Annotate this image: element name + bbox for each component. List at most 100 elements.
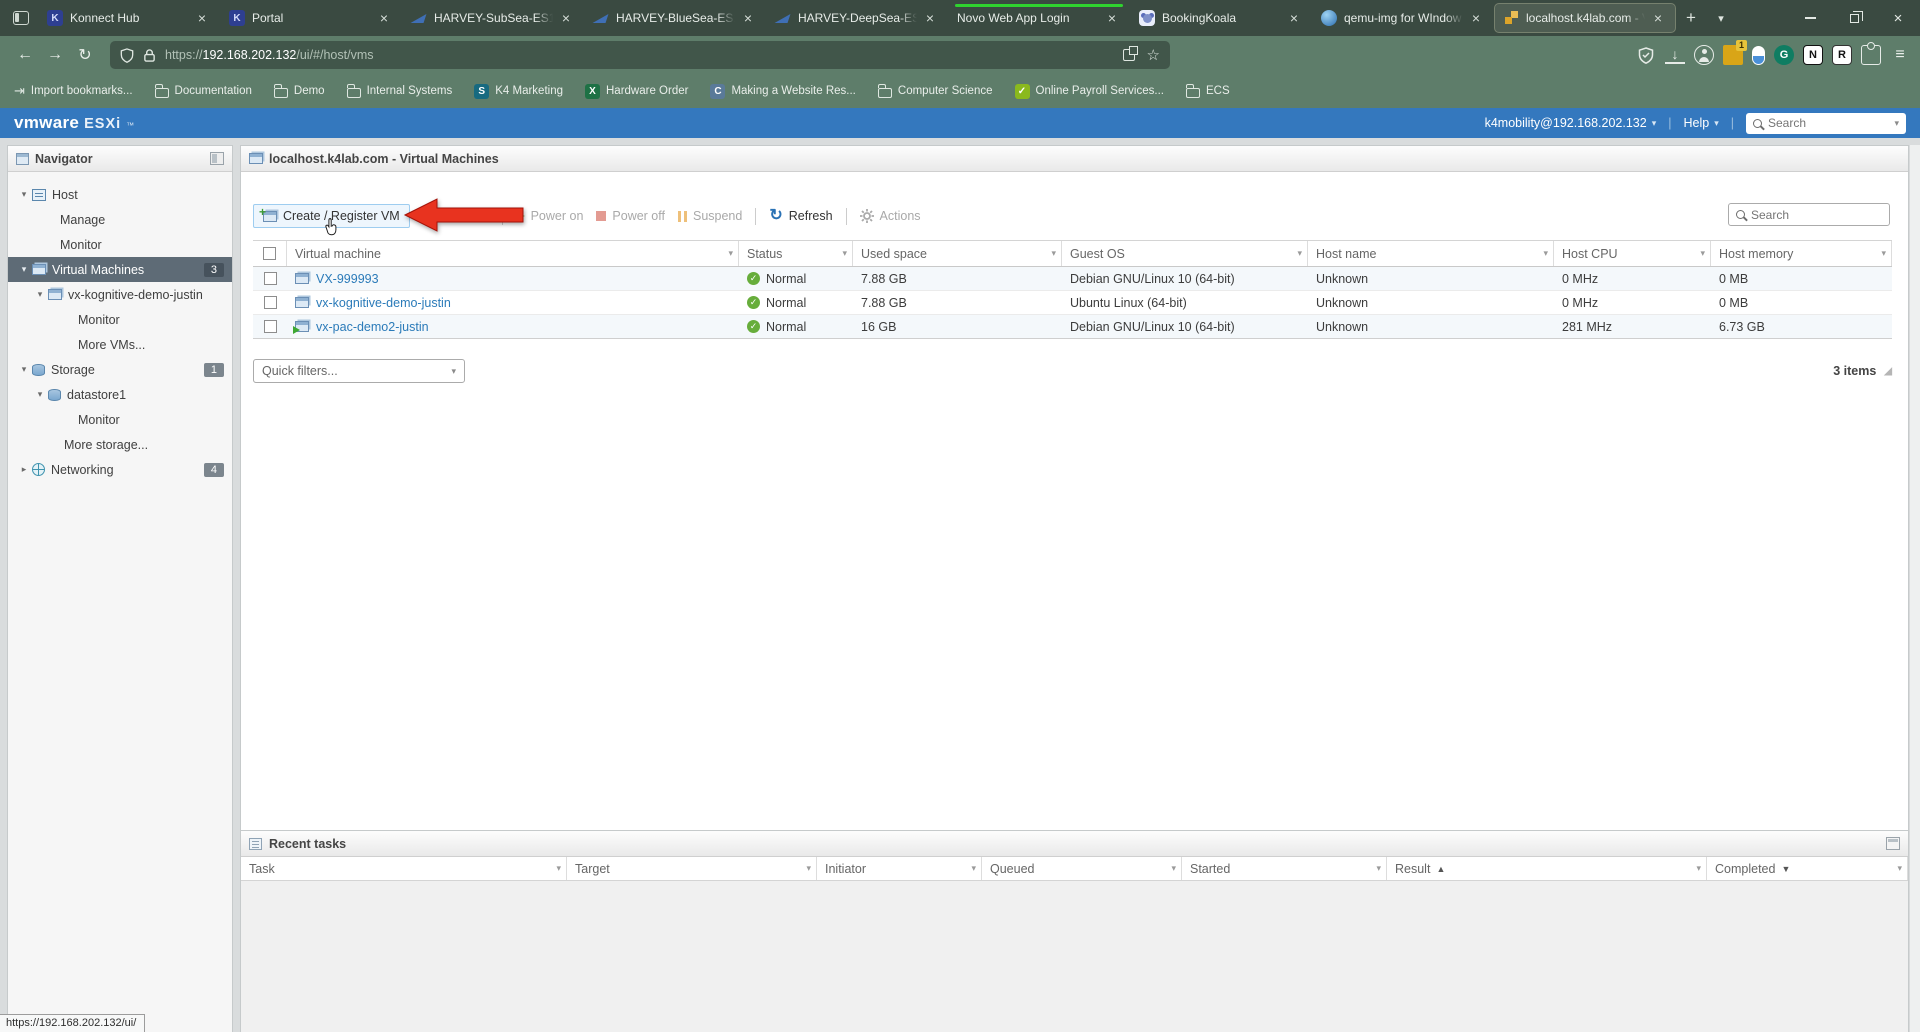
- vm-name-link[interactable]: VX-999993: [316, 272, 379, 286]
- sidebar-item-datastore1[interactable]: ▾ datastore1: [8, 382, 232, 407]
- resize-grip-icon[interactable]: ◢: [1884, 366, 1892, 377]
- tab-portal[interactable]: K Portal ×: [221, 4, 401, 32]
- close-tab-icon[interactable]: ×: [739, 9, 757, 27]
- new-tab-button[interactable]: +: [1676, 0, 1706, 36]
- tab-novo-login[interactable]: Novo Web App Login ×: [949, 4, 1129, 32]
- tab-harvey-deepsea[interactable]: HARVEY-DeepSea-ES12 ×: [767, 4, 947, 32]
- vm-list-search-input[interactable]: [1751, 208, 1882, 222]
- sidebar-item-host[interactable]: ▾ Host: [8, 182, 232, 207]
- vm-name-link[interactable]: vx-pac-demo2-justin: [316, 320, 429, 334]
- power-off-button[interactable]: Power off: [596, 209, 665, 223]
- column-menu-icon[interactable]: ▾: [1297, 248, 1302, 259]
- close-tab-icon[interactable]: ×: [193, 9, 211, 27]
- column-header-host-memory[interactable]: Host memory▾: [1711, 241, 1892, 266]
- bookmark-internal-systems[interactable]: Internal Systems: [347, 85, 453, 98]
- column-header-guest-os[interactable]: Guest OS▾: [1062, 241, 1308, 266]
- column-menu-icon[interactable]: ▾: [1376, 863, 1381, 874]
- extensions-puzzle-icon[interactable]: [1861, 45, 1881, 65]
- suspend-button[interactable]: Suspend: [678, 209, 742, 223]
- forward-button[interactable]: →: [40, 41, 70, 69]
- column-header-initiator[interactable]: Initiator▾: [817, 857, 982, 880]
- power-on-button[interactable]: Power on: [516, 209, 584, 223]
- sidebar-item-host-monitor[interactable]: Monitor: [8, 232, 232, 257]
- column-header-host-name[interactable]: Host name▾: [1308, 241, 1554, 266]
- header-search-input[interactable]: [1768, 116, 1888, 130]
- bookmark-documentation[interactable]: Documentation: [155, 85, 252, 98]
- sidebar-item-more-vms[interactable]: More VMs...: [8, 332, 232, 357]
- password-extension-icon[interactable]: [1752, 46, 1765, 65]
- tree-expand-icon[interactable]: ▸: [16, 464, 32, 475]
- column-menu-icon[interactable]: ▾: [971, 863, 976, 874]
- collapse-panel-icon[interactable]: [210, 152, 224, 165]
- maximize-button[interactable]: [1832, 0, 1876, 36]
- column-menu-icon[interactable]: ▾: [556, 863, 561, 874]
- account-icon[interactable]: [1694, 45, 1714, 65]
- column-menu-icon[interactable]: ▾: [728, 248, 733, 259]
- grammarly-icon[interactable]: G: [1774, 45, 1794, 65]
- chevron-down-icon[interactable]: ▾: [1894, 118, 1899, 129]
- column-menu-icon[interactable]: ▾: [1897, 863, 1902, 874]
- tracking-shield-icon[interactable]: [120, 48, 134, 63]
- column-menu-icon[interactable]: ▾: [806, 863, 811, 874]
- close-tab-icon[interactable]: ×: [921, 9, 939, 27]
- bookmark-ecs[interactable]: ECS: [1186, 85, 1230, 98]
- tab-harvey-bluesea[interactable]: HARVEY-BlueSea-ES12 ×: [585, 4, 765, 32]
- bookmark-k4-marketing[interactable]: SK4 Marketing: [474, 84, 563, 99]
- reload-button[interactable]: ↻: [70, 41, 100, 69]
- tree-expand-icon[interactable]: ▾: [32, 289, 48, 300]
- column-header-host-cpu[interactable]: Host CPU▾: [1554, 241, 1711, 266]
- close-tab-icon[interactable]: ×: [1649, 9, 1667, 27]
- quick-filters-dropdown[interactable]: Quick filters... ▾: [253, 359, 465, 383]
- vm-list-search-box[interactable]: [1728, 203, 1890, 226]
- bookmark-demo[interactable]: Demo: [274, 85, 325, 98]
- select-all-checkbox[interactable]: [263, 247, 276, 260]
- bookmark-import[interactable]: ⇥Import bookmarks...: [14, 83, 133, 99]
- page-scrollbar[interactable]: [1909, 145, 1920, 1032]
- column-menu-icon[interactable]: ▾: [1051, 248, 1056, 259]
- tree-expand-icon[interactable]: ▾: [16, 364, 32, 375]
- close-tab-icon[interactable]: ×: [1285, 9, 1303, 27]
- firefox-view-button[interactable]: [4, 0, 38, 36]
- refresh-button[interactable]: ↻ Refresh: [769, 209, 832, 223]
- tab-konnect-hub[interactable]: K Konnect Hub ×: [39, 4, 219, 32]
- back-button[interactable]: ←: [10, 41, 40, 69]
- tab-bookingkoala[interactable]: BookingKoala ×: [1131, 4, 1311, 32]
- row-checkbox[interactable]: [264, 320, 277, 333]
- actions-button[interactable]: Actions: [860, 209, 921, 223]
- column-header-task[interactable]: Task▾: [241, 857, 567, 880]
- table-row[interactable]: VX-999993 ✓Normal 7.88 GB Debian GNU/Lin…: [253, 267, 1892, 291]
- sidebar-item-host-manage[interactable]: Manage: [8, 207, 232, 232]
- sidebar-item-networking[interactable]: ▸ Networking 4: [8, 457, 232, 482]
- close-tab-icon[interactable]: ×: [1467, 9, 1485, 27]
- column-menu-icon[interactable]: ▾: [1543, 248, 1548, 259]
- column-menu-icon[interactable]: ▾: [1881, 248, 1886, 259]
- sidebar-item-storage[interactable]: ▾ Storage 1: [8, 357, 232, 382]
- bookmark-computer-science[interactable]: Computer Science: [878, 85, 993, 98]
- column-menu-icon[interactable]: ▾: [842, 248, 847, 259]
- panel-splitter[interactable]: [233, 145, 240, 1032]
- screenshot-icon[interactable]: [1123, 49, 1135, 61]
- help-menu[interactable]: Help▾: [1684, 116, 1719, 130]
- tree-expand-icon[interactable]: ▾: [16, 264, 32, 275]
- vm-name-link[interactable]: vx-kognitive-demo-justin: [316, 296, 451, 310]
- tab-harvey-subsea[interactable]: HARVEY-SubSea-ES147 ×: [403, 4, 583, 32]
- column-header-result[interactable]: Result▲▾: [1387, 857, 1707, 880]
- bookmark-hardware-order[interactable]: XHardware Order: [585, 84, 688, 99]
- sidebar-item-vx-kognitive[interactable]: ▾ vx-kognitive-demo-justin: [8, 282, 232, 307]
- address-bar[interactable]: https://192.168.202.132/ui/#/host/vms ☆: [110, 41, 1170, 69]
- user-menu[interactable]: k4mobility@192.168.202.132▾: [1485, 116, 1657, 130]
- notes-extension-icon[interactable]: 1: [1723, 45, 1743, 65]
- row-checkbox[interactable]: [264, 296, 277, 309]
- column-header-status[interactable]: Status▾: [739, 241, 853, 266]
- column-header-queued[interactable]: Queued▾: [982, 857, 1182, 880]
- close-window-button[interactable]: ×: [1876, 0, 1920, 36]
- bookmark-star-icon[interactable]: ☆: [1147, 46, 1160, 64]
- sidebar-item-more-storage[interactable]: More storage...: [8, 432, 232, 457]
- sidebar-item-datastore-monitor[interactable]: Monitor: [8, 407, 232, 432]
- close-tab-icon[interactable]: ×: [375, 9, 393, 27]
- adblock-shield-icon[interactable]: [1636, 45, 1656, 65]
- minimize-button[interactable]: [1788, 0, 1832, 36]
- column-menu-icon[interactable]: ▾: [1696, 863, 1701, 874]
- reader-extension-icon[interactable]: R: [1832, 45, 1852, 65]
- header-search-box[interactable]: ▾: [1746, 113, 1906, 134]
